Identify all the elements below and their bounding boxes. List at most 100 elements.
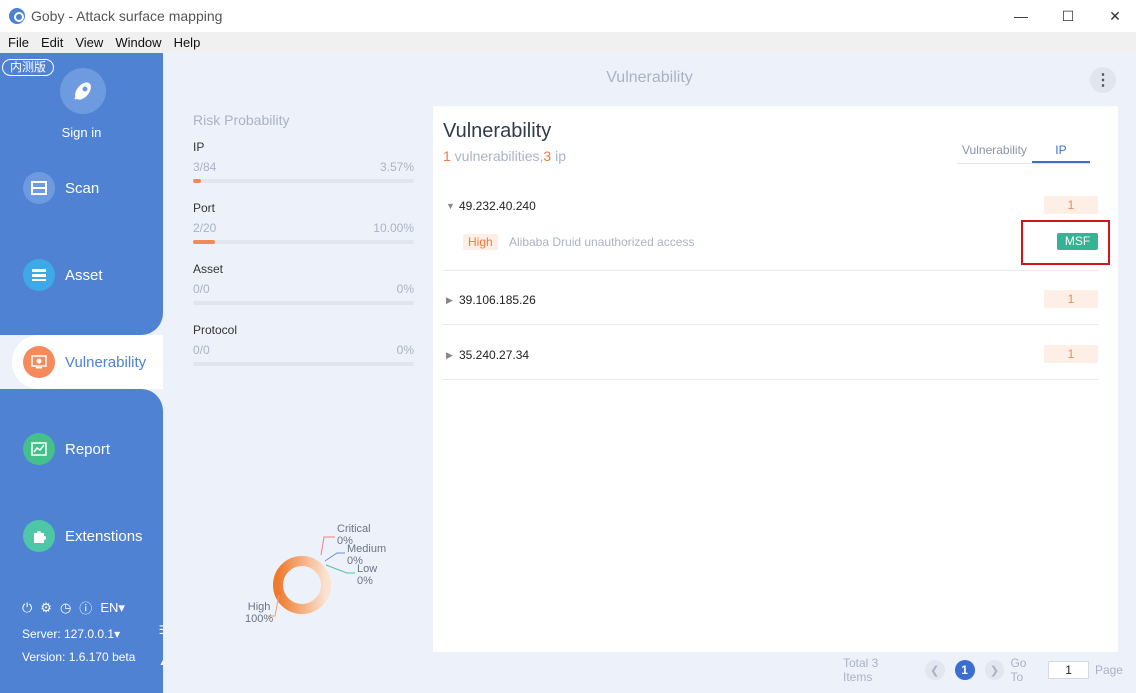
user-avatar[interactable]: [60, 68, 106, 114]
risk-bar: [193, 301, 414, 305]
nav-curve-top: [0, 305, 163, 335]
page-title: Vulnerability: [606, 69, 693, 86]
tab-vulnerability[interactable]: Vulnerability: [957, 142, 1032, 163]
language-select[interactable]: EN▾: [100, 600, 125, 616]
sidebar: 内测版 Sign in Scan Asset Vulnerability Rep…: [0, 53, 163, 693]
menu-window[interactable]: Window: [109, 35, 167, 50]
risk-name: Protocol: [193, 323, 238, 337]
nav-scan-label: Scan: [65, 179, 100, 197]
risk-count: 0/0: [193, 343, 210, 357]
vuln-count-badge: 1: [1044, 196, 1098, 214]
risk-count: 2/20: [193, 221, 217, 235]
menu-edit[interactable]: Edit: [35, 35, 69, 50]
vuln-count-badge: 1: [1044, 345, 1098, 363]
gear-icon[interactable]: ⚙: [40, 600, 52, 616]
risk-count: 3/84: [193, 160, 217, 174]
vulnerability-icon: [23, 346, 55, 378]
nav-report-label: Report: [65, 440, 111, 458]
report-icon: [23, 433, 55, 465]
risk-name: Port: [193, 201, 216, 215]
risk-percent: 0%: [396, 282, 414, 296]
page-number[interactable]: 1: [954, 660, 975, 680]
tab-ip[interactable]: IP: [1031, 142, 1090, 163]
language-label: EN: [100, 599, 119, 615]
clock-icon[interactable]: ◷: [60, 600, 71, 616]
risk-name: IP: [193, 140, 205, 154]
goby-app-icon: [9, 8, 25, 24]
severity-badge: High: [463, 234, 498, 250]
maximize-button[interactable]: ☐: [1045, 0, 1091, 32]
close-button[interactable]: ✕: [1092, 0, 1136, 32]
ip-address: 35.240.27.34: [459, 348, 530, 362]
vuln-count-badge: 1: [1044, 290, 1098, 308]
panel-summary: 1 vulnerabilities,3 ip: [443, 148, 566, 164]
nav-asset[interactable]: Asset: [0, 248, 163, 302]
risk-bar: [193, 362, 414, 366]
risk-bar: [193, 240, 414, 244]
risk-row-ip: IP 3/84 3.57%: [193, 140, 414, 201]
vuln-item[interactable]: High Alibaba Druid unauthorized access M…: [463, 233, 1098, 253]
risk-percent: 10.00%: [373, 221, 414, 235]
caret-right-icon[interactable]: ▶: [446, 350, 453, 361]
server-label: Server: 127.0.0.1: [22, 627, 115, 641]
nav-extensions-label: Extenstions: [65, 527, 143, 545]
info-icon[interactable]: ⓘ: [79, 598, 92, 617]
caret-right-icon[interactable]: ▶: [446, 295, 453, 306]
goto-page-input[interactable]: 1: [1048, 661, 1089, 679]
vuln-name[interactable]: Alibaba Druid unauthorized access: [509, 235, 694, 249]
goto-label: Go To: [1010, 656, 1027, 684]
menu-help[interactable]: Help: [168, 35, 207, 50]
rocket-icon: [74, 82, 91, 100]
page-label: Page: [1094, 663, 1123, 677]
ip-row: ▶ 35.240.27.34 1: [443, 345, 1098, 380]
server-select[interactable]: Server: 127.0.0.1▾: [22, 627, 135, 641]
nav-vulnerability[interactable]: Vulnerability: [12, 335, 163, 389]
menu-file[interactable]: File: [2, 35, 35, 50]
ip-address: 39.106.185.26: [459, 293, 536, 307]
version-label: Version: 1.6.170 beta: [22, 650, 136, 664]
panel-title: Vulnerability: [443, 120, 552, 142]
menu-bar: File Edit View Window Help: [0, 32, 1136, 53]
caret-down-icon[interactable]: ▼: [446, 201, 455, 211]
scan-icon: [23, 172, 55, 204]
risk-percent: 3.57%: [379, 160, 414, 174]
nav-curve-bottom: [0, 389, 163, 419]
view-tabs: Vulnerability IP: [957, 142, 1091, 164]
nav-asset-label: Asset: [65, 266, 103, 284]
prev-page-icon[interactable]: ❮: [924, 660, 945, 680]
ip-row-header[interactable]: ▶ 35.240.27.34 1: [443, 345, 1098, 365]
title-bar: Goby - Attack surface mapping — ☐ ✕: [0, 0, 1136, 32]
total-items: Total 3 Items: [843, 656, 879, 684]
pagination: Total 3 Items ❮ 1 ❯ Go To 1 Page: [843, 656, 1123, 684]
high-label: High 100%: [245, 601, 274, 625]
beta-tag: 内测版: [2, 59, 54, 76]
risk-bar: [193, 179, 414, 183]
main-content: Vulnerability ⋮ Risk Probability IP 3/84…: [163, 53, 1136, 693]
nav-extensions[interactable]: Extenstions: [0, 509, 163, 563]
more-options-icon[interactable]: ⋮: [1090, 67, 1116, 93]
risk-probability: Risk Probability IP 3/84 3.57% Port 2/20 1…: [193, 112, 414, 384]
risk-row-port: Port 2/20 10.00%: [193, 201, 414, 262]
nav-report[interactable]: Report: [0, 422, 163, 476]
risk-row-protocol: Protocol 0/0 0%: [193, 323, 414, 384]
ip-row-header[interactable]: ▼ 49.232.40.240 1: [443, 196, 1098, 216]
power-icon[interactable]: ⏻: [22, 600, 32, 616]
menu-view[interactable]: View: [69, 35, 109, 50]
extensions-icon: [23, 520, 55, 552]
sign-in-link[interactable]: Sign in: [0, 125, 163, 140]
low-label: Low 0%: [357, 563, 378, 587]
vulnerability-panel: Vulnerability 1 vulnerabilities,3 ip Vul…: [433, 106, 1118, 652]
risk-row-asset: Asset 0/0 0%: [193, 262, 414, 323]
next-page-icon[interactable]: ❯: [984, 660, 1005, 680]
sidebar-footer: ⏻ ⚙ ◷ ⓘ EN▾ Server: 127.0.0.1▾ Version: …: [22, 598, 136, 665]
risk-bar-fill: [193, 179, 201, 183]
minimize-button[interactable]: —: [998, 0, 1044, 32]
nav-scan[interactable]: Scan: [0, 161, 163, 215]
ip-row: ▼ 49.232.40.240 1 High Alibaba Druid una…: [443, 196, 1098, 271]
risk-percent: 0%: [396, 343, 414, 357]
severity-donut-chart: Critical 0% Medium 0% Low 0% High 100%: [243, 515, 443, 635]
ip-row-header[interactable]: ▶ 39.106.185.26 1: [443, 290, 1098, 310]
ip-address: 49.232.40.240: [459, 199, 536, 213]
donut-ring-high: [273, 556, 331, 614]
highlight-box: [1021, 220, 1110, 265]
